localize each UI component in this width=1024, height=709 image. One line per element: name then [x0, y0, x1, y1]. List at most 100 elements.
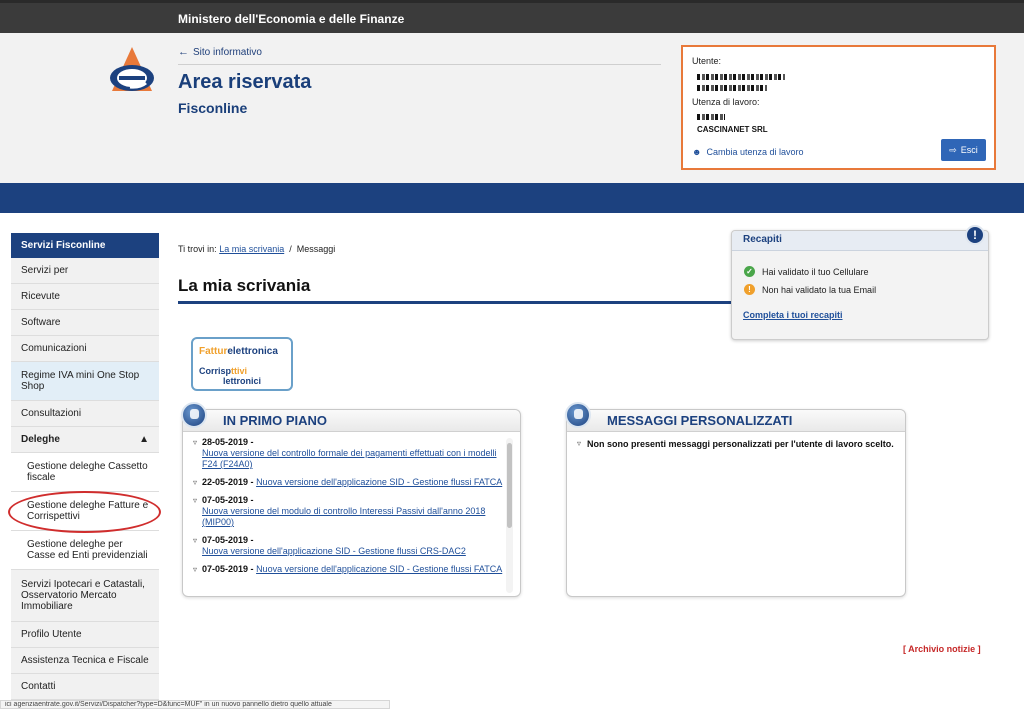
- page-heading: Area riservata: [178, 71, 312, 93]
- archive-link[interactable]: [ Archivio notizie ]: [903, 644, 981, 654]
- breadcrumb: Ti trovi in: La mia scrivania / Messaggi: [178, 244, 335, 254]
- agenzia-entrate-logo[interactable]: [104, 43, 160, 99]
- news-scrollbar-thumb[interactable]: [507, 443, 512, 528]
- sidebar-item-deleghe-label: Deleghe: [21, 434, 60, 445]
- news-link[interactable]: Nuova versione dell'applicazione SID - G…: [256, 564, 502, 574]
- bullet-icon: ▿: [577, 439, 582, 448]
- bullet-icon: ▿: [193, 438, 198, 447]
- recapiti-box: Recapiti ! ✓ Hai validato il tuo Cellula…: [731, 225, 989, 340]
- news-link[interactable]: Nuova versione del modulo di controllo I…: [202, 506, 485, 527]
- news-date: 07-05-2019 -: [202, 535, 254, 545]
- switch-user-link[interactable]: ☻ Cambia utenza di lavoro: [692, 147, 804, 157]
- users-icon: ☻: [692, 147, 702, 157]
- fatture-elettroniche-badge[interactable]: Fatturelettronica Corrispttivi lettronic…: [191, 337, 293, 391]
- sidebar: Servizi Fisconline Servizi per Ricevute …: [11, 233, 159, 700]
- breadcrumb-prefix: Ti trovi in:: [178, 244, 217, 254]
- list-item: ▿ 28-05-2019 - Nuova versione del contro…: [193, 437, 511, 470]
- list-item: ▿ 22-05-2019 - Nuova versione dell'appli…: [193, 477, 511, 488]
- redacted-user-code: [697, 85, 767, 91]
- complete-recapiti-link[interactable]: Completa i tuoi recapiti: [743, 310, 843, 320]
- fatture-label: Fatturelettronica: [199, 346, 278, 357]
- exit-label: Esci: [960, 145, 978, 155]
- top-bar: Ministero dell'Economia e delle Finanze: [0, 0, 1024, 33]
- breadcrumb-current: Messaggi: [296, 244, 336, 254]
- browser-status-bar: ici agenziaentrate.gov.it/Servizi/Dispat…: [0, 700, 390, 709]
- ministry-name: Ministero dell'Economia e delle Finanze: [178, 12, 405, 26]
- user-label: Utente:: [692, 56, 722, 66]
- news-date: 07-05-2019 -: [202, 495, 254, 505]
- sidebar-heading: Servizi Fisconline: [11, 233, 159, 258]
- sidebar-item-regime-iva[interactable]: Regime IVA mini One Stop Shop: [11, 362, 159, 401]
- news-link[interactable]: Nuova versione dell'applicazione SID - G…: [202, 546, 466, 556]
- bullet-icon: ▿: [193, 496, 198, 505]
- corr-label-b: ttivi: [231, 366, 248, 376]
- sidebar-item-contatti[interactable]: Contatti: [11, 674, 159, 700]
- bullet-icon: ▿: [193, 565, 198, 574]
- sidebar-item-profilo-utente[interactable]: Profilo Utente: [11, 622, 159, 648]
- sidebar-item-deleghe-cassetto[interactable]: Gestione deleghe Cassetto fiscale: [11, 453, 159, 492]
- email-status: ! Non hai validato la tua Email: [744, 284, 876, 295]
- news-link[interactable]: Nuova versione dell'applicazione SID - G…: [256, 477, 502, 487]
- arrow-left-icon: ←: [178, 46, 189, 58]
- messaggi-empty: ▿ Non sono presenti messaggi personalizz…: [577, 439, 894, 449]
- email-status-text: Non hai validato la tua Email: [762, 284, 877, 295]
- exit-button[interactable]: ⇨ Esci: [941, 139, 986, 161]
- news-date: 28-05-2019 -: [202, 437, 254, 447]
- messaggi-panel: MESSAGGI PERSONALIZZATI ▿ Non sono prese…: [565, 402, 906, 597]
- news-date: 07-05-2019 -: [202, 564, 254, 574]
- fatture-label-b: elettronica: [227, 346, 278, 357]
- company-name: CASCINANET SRL: [697, 125, 768, 134]
- sidebar-item-assistenza[interactable]: Assistenza Tecnica e Fiscale: [11, 648, 159, 674]
- sidebar-item-deleghe[interactable]: Deleghe ▲: [11, 427, 159, 453]
- news-link[interactable]: Nuova versione del controllo formale dei…: [202, 448, 497, 469]
- sidebar-item-software[interactable]: Software: [11, 310, 159, 336]
- redacted-user-name: [697, 74, 785, 80]
- clock-icon: [181, 402, 207, 428]
- sidebar-item-servizi-ipotecari[interactable]: Servizi Ipotecari e Catastali, Osservato…: [11, 570, 159, 622]
- news-scrollbar[interactable]: [506, 438, 513, 593]
- phone-status-text: Hai validato il tuo Cellulare: [762, 266, 869, 277]
- sidebar-item-comunicazioni[interactable]: Comunicazioni: [11, 336, 159, 362]
- logout-icon: ⇨: [949, 144, 957, 155]
- list-item: ▿ 07-05-2019 - Nuova versione dell'appli…: [193, 564, 511, 575]
- work-label: Utenza di lavoro:: [692, 97, 760, 107]
- primo-piano-panel: IN PRIMO PIANO ▿ 28-05-2019 - Nuova vers…: [181, 402, 521, 597]
- chat-icon: [565, 402, 591, 428]
- breadcrumb-link[interactable]: La mia scrivania: [219, 244, 284, 254]
- messaggi-empty-text: Non sono presenti messaggi personalizzat…: [587, 439, 894, 449]
- header: ← Sito informativo Area riservata Fisconl…: [0, 33, 1024, 183]
- breadcrumb-separator: /: [289, 244, 292, 254]
- user-box: Utente: Utenza di lavoro: CASCINANET SRL…: [681, 45, 996, 170]
- page-subheading: Fisconline: [178, 100, 248, 116]
- sidebar-item-ricevute[interactable]: Ricevute: [11, 284, 159, 310]
- header-divider: [178, 64, 661, 65]
- clock-glyph: [190, 409, 199, 419]
- list-item: ▿ 07-05-2019 - Nuova versione del modulo…: [193, 495, 511, 528]
- sidebar-item-servizi-per[interactable]: Servizi per: [11, 258, 159, 284]
- bullet-icon: ▿: [193, 536, 198, 545]
- warning-icon: !: [744, 284, 755, 295]
- primo-piano-title: IN PRIMO PIANO: [183, 410, 520, 432]
- news-list: ▿ 28-05-2019 - Nuova versione del contro…: [193, 437, 511, 591]
- switch-user-label: Cambia utenza di lavoro: [706, 147, 804, 157]
- chevron-up-icon: ▲: [139, 434, 149, 445]
- redacted-work-code: [697, 114, 725, 120]
- site-info-link[interactable]: ← Sito informativo: [178, 46, 262, 58]
- phone-status: ✓ Hai validato il tuo Cellulare: [744, 266, 869, 277]
- recapiti-title: Recapiti: [732, 231, 988, 251]
- check-icon: ✓: [744, 266, 755, 277]
- list-item: ▿ 07-05-2019 - Nuova versione dell'appli…: [193, 535, 511, 557]
- corr-label-c: lettronici: [223, 376, 262, 386]
- sidebar-item-consultazioni[interactable]: Consultazioni: [11, 401, 159, 427]
- corrispettivi-label: Corrispttivi lettronici: [199, 366, 261, 386]
- sidebar-item-deleghe-casse[interactable]: Gestione deleghe per Casse ed Enti previ…: [11, 531, 159, 570]
- highlight-circle: [8, 491, 161, 533]
- page-title: La mia scrivania: [178, 276, 311, 295]
- news-date: 22-05-2019 -: [202, 477, 254, 487]
- corr-label-a: Corrisp: [199, 366, 232, 376]
- alert-icon: !: [965, 225, 985, 245]
- fatture-label-a: Fattur: [199, 346, 228, 357]
- messaggi-title: MESSAGGI PERSONALIZZATI: [567, 410, 905, 432]
- site-info-label: Sito informativo: [193, 47, 262, 58]
- bullet-icon: ▿: [193, 478, 198, 487]
